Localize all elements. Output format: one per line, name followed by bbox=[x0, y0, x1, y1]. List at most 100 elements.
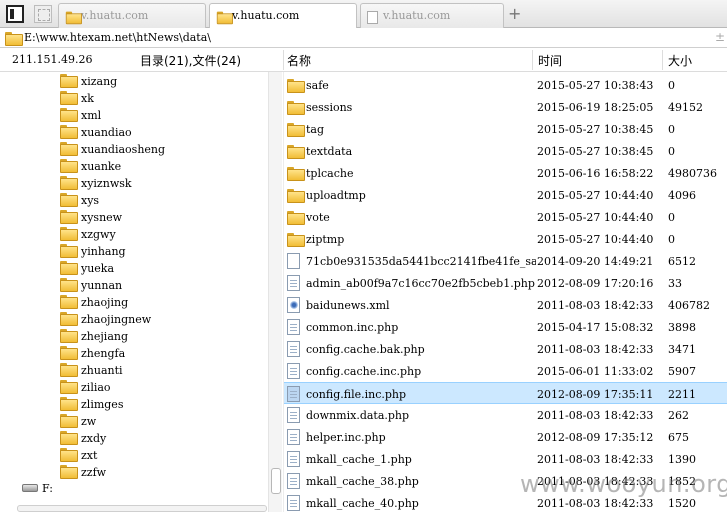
folder-tree: xizang xk xml xuandiao xuandiaosheng xuanke xy… bbox=[0, 72, 283, 512]
file-row[interactable]: tplcache 2015-06-16 16:58:22 4980736 bbox=[284, 162, 727, 184]
tree-vertical-scrollbar[interactable] bbox=[268, 72, 282, 512]
folder-icon bbox=[60, 278, 78, 292]
file-row[interactable]: baidunews.xml 2011-08-03 18:42:33 406782 bbox=[284, 294, 727, 316]
file-time: 2015-05-27 10:44:40 bbox=[537, 211, 654, 224]
file-size: 33 bbox=[668, 277, 682, 290]
tab-3[interactable]: v.huatu.com bbox=[360, 3, 504, 28]
php-file-icon bbox=[287, 407, 300, 423]
file-name: helper.inc.php bbox=[306, 431, 386, 444]
folder-icon bbox=[60, 193, 78, 207]
address-bar[interactable]: E:\www.htexam.net\htNews\data\ ± bbox=[0, 28, 727, 48]
folder-icon bbox=[65, 11, 82, 25]
scrollbar-thumb[interactable] bbox=[271, 468, 281, 494]
folder-icon bbox=[60, 176, 78, 190]
folder-icon bbox=[60, 431, 78, 445]
file-size: 406782 bbox=[668, 299, 710, 312]
file-row[interactable]: 71cb0e931535da5441bcc2141fbe41fe_sa... 20… bbox=[284, 250, 727, 272]
folder-icon bbox=[60, 448, 78, 462]
new-tab-button[interactable]: + bbox=[508, 4, 521, 23]
tab-list-button[interactable] bbox=[34, 5, 52, 23]
column-divider[interactable] bbox=[532, 50, 533, 70]
file-name: tag bbox=[306, 123, 325, 136]
tree-folder-label: xk bbox=[81, 92, 94, 105]
file-row[interactable]: tag 2015-05-27 10:38:45 0 bbox=[284, 118, 727, 140]
file-row[interactable]: sessions 2015-06-19 18:25:05 49152 bbox=[284, 96, 727, 118]
tree-folder-label: xuandiao bbox=[81, 126, 132, 139]
file-row[interactable]: vote 2015-05-27 10:44:40 0 bbox=[284, 206, 727, 228]
file-row[interactable]: mkall_cache_1.php 2011-08-03 18:42:33 1390 bbox=[284, 448, 727, 470]
file-row[interactable]: downmix.data.php 2011-08-03 18:42:33 262 bbox=[284, 404, 727, 426]
tab-bar: v.huatu.com v.huatu.com v.huatu.com + bbox=[0, 0, 727, 29]
file-row[interactable]: ziptmp 2015-05-27 10:44:40 0 bbox=[284, 228, 727, 250]
file-name: mkall_cache_1.php bbox=[306, 453, 412, 466]
file-row[interactable]: config.cache.bak.php 2011-08-03 18:42:33 3… bbox=[284, 338, 727, 360]
folder-icon bbox=[60, 227, 78, 241]
tree-folder-label: zzfw bbox=[81, 466, 107, 479]
file-time: 2015-05-27 10:38:45 bbox=[537, 123, 654, 136]
file-row-selected[interactable]: config.file.inc.php 2012-08-09 17:35:11 22… bbox=[284, 382, 727, 404]
file-row[interactable]: admin_ab00f9a7c16cc70e2fb5cbeb1.php 2012-… bbox=[284, 272, 727, 294]
file-name: mkall_cache_38.php bbox=[306, 475, 419, 488]
file-row[interactable]: safe 2015-05-27 10:38:43 0 bbox=[284, 74, 727, 96]
tree-folder-label: yinhang bbox=[81, 245, 126, 258]
file-name: downmix.data.php bbox=[306, 409, 410, 422]
file-size: 4096 bbox=[668, 189, 696, 202]
folder-icon bbox=[60, 380, 78, 394]
tab-2-active[interactable]: v.huatu.com bbox=[209, 3, 357, 29]
folder-icon bbox=[60, 159, 78, 173]
tree-folder-label: xizang bbox=[81, 75, 118, 88]
file-size: 0 bbox=[668, 233, 675, 246]
file-name: mkall_cache_40.php bbox=[306, 497, 419, 510]
tab-1[interactable]: v.huatu.com bbox=[58, 3, 206, 28]
php-file-icon bbox=[287, 275, 300, 291]
file-row[interactable]: config.cache.inc.php 2015-06-01 11:33:02 5… bbox=[284, 360, 727, 382]
folder-icon bbox=[216, 11, 233, 25]
tab-label: v.huatu.com bbox=[383, 9, 451, 22]
file-name: tplcache bbox=[306, 167, 354, 180]
file-size: 3898 bbox=[668, 321, 696, 334]
tree-folder-label: xyiznwsk bbox=[81, 177, 132, 190]
tab-label: v.huatu.com bbox=[81, 9, 149, 22]
file-name: safe bbox=[306, 79, 329, 92]
blank-file-icon bbox=[287, 253, 300, 269]
file-name: baidunews.xml bbox=[306, 299, 390, 312]
tree-folder-label: zlimges bbox=[81, 398, 124, 411]
folder-icon bbox=[287, 143, 305, 159]
file-time: 2015-06-01 11:33:02 bbox=[537, 365, 654, 378]
dropdown-icon[interactable]: ± bbox=[715, 30, 725, 44]
file-row[interactable]: common.inc.php 2015-04-17 15:08:32 3898 bbox=[284, 316, 727, 338]
tree-folder-label: zhuanti bbox=[81, 364, 123, 377]
tree-folder-label: xys bbox=[81, 194, 100, 207]
file-row[interactable]: uploadtmp 2015-05-27 10:44:40 4096 bbox=[284, 184, 727, 206]
file-time: 2014-09-20 14:49:21 bbox=[537, 255, 654, 268]
folder-icon bbox=[5, 32, 23, 46]
file-row[interactable]: helper.inc.php 2012-08-09 17:35:12 675 bbox=[284, 426, 727, 448]
file-time: 2011-08-03 18:42:33 bbox=[537, 299, 654, 312]
file-time: 2012-08-09 17:20:16 bbox=[537, 277, 654, 290]
folder-icon bbox=[60, 397, 78, 411]
drive-label: F: bbox=[42, 482, 53, 495]
file-size: 2211 bbox=[668, 388, 696, 401]
folder-icon bbox=[287, 121, 305, 137]
file-name: sessions bbox=[306, 101, 353, 114]
drive-icon bbox=[22, 484, 38, 492]
watermark: www.wooyun.org bbox=[520, 470, 727, 498]
folder-icon bbox=[60, 346, 78, 360]
tree-horizontal-scrollbar[interactable] bbox=[17, 505, 267, 512]
column-divider bbox=[283, 50, 284, 70]
file-time: 2015-04-17 15:08:32 bbox=[537, 321, 654, 334]
file-size: 0 bbox=[668, 145, 675, 158]
file-time: 2012-08-09 17:35:12 bbox=[537, 431, 654, 444]
panel-toggle-button[interactable] bbox=[6, 5, 24, 23]
file-name: config.file.inc.php bbox=[306, 388, 407, 401]
tree-folder-label: zhejiang bbox=[81, 330, 129, 343]
column-divider[interactable] bbox=[662, 50, 663, 70]
path-text[interactable]: E:\www.htexam.net\htNews\data\ bbox=[24, 31, 211, 44]
file-size: 675 bbox=[668, 431, 689, 444]
tree-folder-label: xml bbox=[81, 109, 102, 122]
file-name: 71cb0e931535da5441bcc2141fbe41fe_sa... bbox=[306, 255, 536, 268]
php-file-icon bbox=[287, 429, 300, 445]
php-file-icon bbox=[287, 473, 300, 489]
file-row[interactable]: textdata 2015-05-27 10:38:45 0 bbox=[284, 140, 727, 162]
file-time: 2015-05-27 10:44:40 bbox=[537, 233, 654, 246]
